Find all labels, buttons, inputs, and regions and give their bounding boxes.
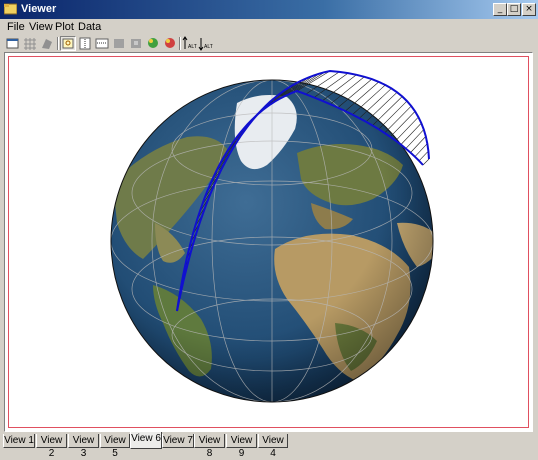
close-button[interactable]: × [522,3,536,16]
curtain-line [422,158,430,166]
menu-data[interactable]: Data [78,21,101,33]
zoom-icon[interactable] [60,36,76,51]
globe-green-icon[interactable] [145,36,161,51]
plot-area[interactable] [4,52,533,432]
curtain-line [410,136,426,153]
window-title: Viewer [21,3,57,15]
grid-icon[interactable] [22,36,38,51]
globe-red-icon[interactable] [162,36,178,51]
tab-view-4[interactable]: View 4 [258,434,288,459]
vertical-lines-icon[interactable] [77,36,93,51]
globe-view[interactable] [5,53,532,431]
curtain-line [405,129,424,149]
tab-view-5[interactable]: View 5 [100,434,130,459]
tab-view-9[interactable]: View 9 [226,434,257,459]
toolbar: ALT ALT [0,36,538,52]
curtain-line [352,84,386,115]
curtain-line [418,150,429,162]
tab-view-7[interactable]: View 7 [162,434,194,448]
menu-bar: File View Plot Data [0,19,538,36]
alt-up-icon[interactable]: ALT [182,36,198,51]
maximize-button[interactable]: □ [507,3,521,16]
curtain-line [365,92,398,123]
tab-view-1[interactable]: View 1 [3,434,35,448]
curtain-line [395,116,419,141]
curtain-line [345,81,380,112]
nav2-icon[interactable] [128,36,144,51]
horizontal-lines-icon[interactable] [94,36,110,51]
toolbar-separator [57,37,59,50]
curtain-line [359,88,392,119]
tab-view-2[interactable]: View 2 [36,434,67,459]
nav-icon[interactable] [111,36,127,51]
alt-down-icon[interactable]: ALT [198,36,214,51]
tab-view-6[interactable]: View 6 [130,432,162,449]
menu-file[interactable]: File [7,21,25,33]
tab-view-8[interactable]: View 8 [194,434,225,459]
title-bar[interactable]: Viewer _ □ × [0,0,538,19]
alt-up-label: ALT [188,44,197,50]
globe-icon[interactable] [39,36,55,51]
app-icon [4,3,17,15]
tab-view-3[interactable]: View 3 [68,434,99,459]
minimize-button[interactable]: _ [493,3,507,16]
menu-plot[interactable]: Plot [55,21,74,33]
toolbar-separator [179,37,181,50]
curtain-line [372,96,403,126]
alt-down-label: ALT [204,44,213,50]
view-tabs: View 1 View 2 View 3 View 5 View 6 View … [0,432,538,459]
menu-view[interactable]: View [29,21,53,33]
window-icon[interactable] [5,36,21,51]
curtain-line [400,122,422,145]
